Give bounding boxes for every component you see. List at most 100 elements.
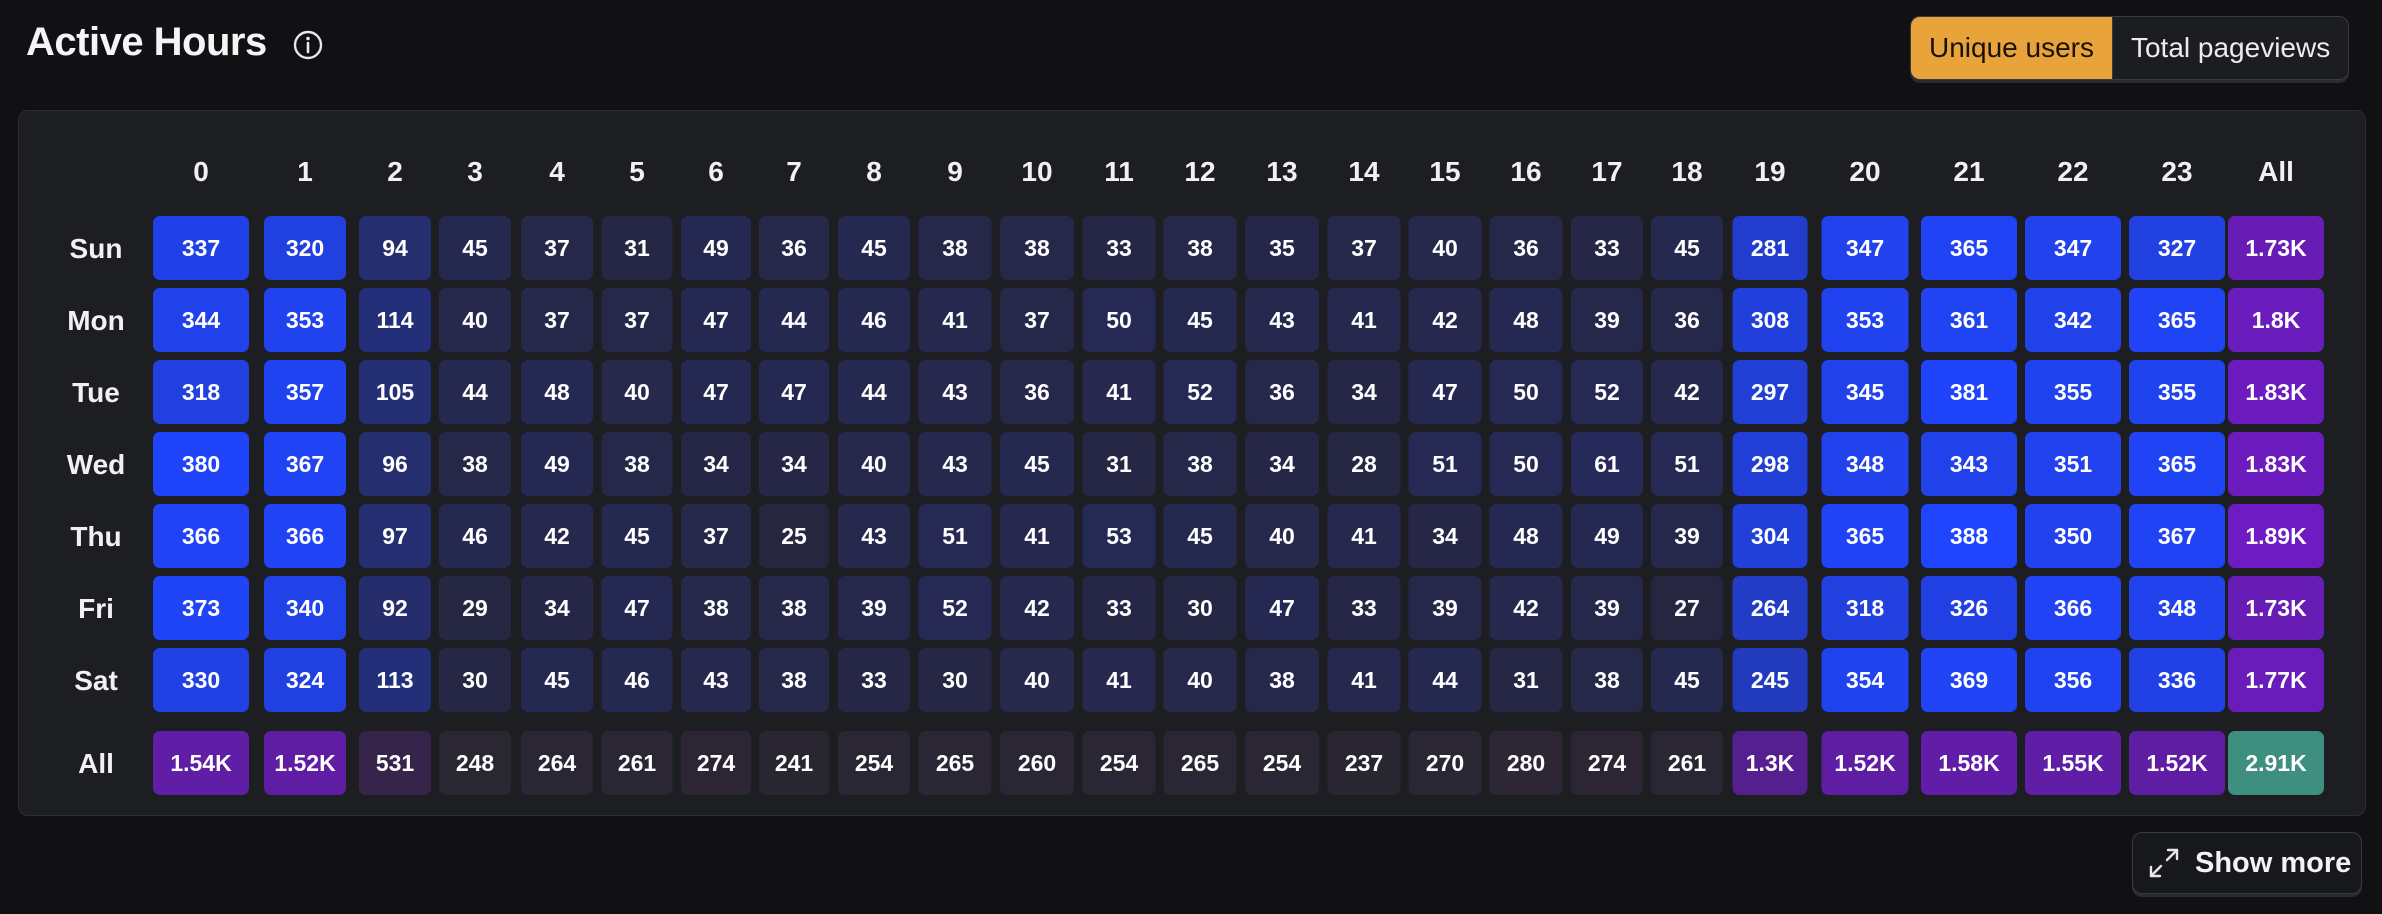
row-total-label: 1.73K [2245, 235, 2307, 261]
column-header-13: 13 [1266, 156, 1297, 187]
column-total-label: 280 [1507, 750, 1545, 776]
heatmap-cell-label: 41 [1106, 667, 1132, 693]
heatmap-cell-label: 47 [624, 595, 650, 621]
row-label-wed: Wed [67, 449, 126, 480]
heatmap-cell-label: 37 [703, 523, 729, 549]
heatmap-cell-label: 51 [1674, 451, 1700, 477]
heatmap-cell-label: 298 [1751, 451, 1790, 477]
heatmap-cell-label: 39 [1594, 595, 1620, 621]
column-total-label: 254 [1263, 750, 1302, 776]
heatmap-cell-label: 38 [1187, 235, 1213, 261]
heatmap-cell-label: 28 [1351, 451, 1377, 477]
column-header-15: 15 [1429, 156, 1460, 187]
heatmap-cell-label: 347 [2054, 235, 2092, 261]
heatmap-cell-label: 45 [1187, 523, 1213, 549]
heatmap-cell-label: 52 [1594, 379, 1620, 405]
heatmap-cell-label: 34 [703, 451, 729, 477]
heatmap-cell-label: 342 [2054, 307, 2092, 333]
heatmap-cell-label: 45 [1674, 235, 1700, 261]
toggle-total-pageviews[interactable]: Total pageviews [2111, 17, 2349, 79]
column-header-20: 20 [1849, 156, 1880, 187]
heatmap-cell-label: 41 [1351, 523, 1377, 549]
column-total-label: 261 [1668, 750, 1707, 776]
heatmap-cell-label: 46 [624, 667, 650, 693]
heatmap-cell-label: 326 [1950, 595, 1988, 621]
column-header-0: 0 [193, 156, 209, 187]
heatmap-cell-label: 36 [1513, 235, 1539, 261]
heatmap-cell-label: 304 [1751, 523, 1790, 549]
heatmap-cell-label: 369 [1950, 667, 1988, 693]
heatmap-cell-label: 40 [1432, 235, 1458, 261]
heatmap-cell-label: 45 [624, 523, 650, 549]
heatmap-cell-label: 27 [1674, 595, 1700, 621]
heatmap-cell-label: 37 [624, 307, 650, 333]
heatmap-cell-label: 38 [942, 235, 968, 261]
heatmap-cell-label: 31 [624, 235, 650, 261]
heatmap-cell-label: 51 [942, 523, 968, 549]
heatmap-cell-label: 320 [286, 235, 324, 261]
column-total-label: 248 [456, 750, 495, 776]
column-header-19: 19 [1754, 156, 1785, 187]
heatmap-cell-label: 47 [1432, 379, 1458, 405]
column-total-label: 274 [697, 750, 736, 776]
row-label-sat: Sat [74, 665, 118, 696]
heatmap-cell-label: 49 [1594, 523, 1620, 549]
heatmap-cell-label: 43 [703, 667, 729, 693]
heatmap-cell-label: 33 [1106, 235, 1132, 261]
heatmap-cell-label: 34 [1351, 379, 1377, 405]
column-header-5: 5 [629, 156, 645, 187]
heatmap-cell-label: 44 [781, 307, 807, 333]
heatmap-cell-label: 45 [544, 667, 570, 693]
heatmap-cell-label: 92 [382, 595, 408, 621]
heatmap-cell-label: 34 [544, 595, 570, 621]
heatmap-cell-label: 48 [544, 379, 570, 405]
heatmap-cell-label: 38 [1594, 667, 1620, 693]
heatmap-cell-label: 353 [286, 307, 324, 333]
heatmap-cell-label: 365 [2158, 451, 2197, 477]
heatmap-cell-label: 381 [1950, 379, 1989, 405]
row-total-label: 1.73K [2245, 595, 2307, 621]
column-header-3: 3 [467, 156, 483, 187]
heatmap-cell-label: 29 [462, 595, 488, 621]
heatmap-cell-label: 50 [1106, 307, 1132, 333]
column-total-label: 1.52K [1834, 750, 1896, 776]
heatmap-cell-label: 42 [1674, 379, 1700, 405]
row-label-fri: Fri [78, 593, 114, 624]
heatmap-cell-label: 44 [462, 379, 488, 405]
heatmap-cell-label: 366 [286, 523, 324, 549]
heatmap-cell-label: 33 [1106, 595, 1132, 621]
column-total-label: 264 [538, 750, 577, 776]
heatmap-cell-label: 35 [1269, 235, 1295, 261]
column-header-23: 23 [2161, 156, 2192, 187]
toggle-unique-users[interactable]: Unique users [1911, 17, 2112, 79]
info-circle-icon[interactable] [292, 29, 324, 61]
column-header-9: 9 [947, 156, 963, 187]
heatmap-cell-label: 41 [942, 307, 968, 333]
heatmap-cell-label: 38 [781, 667, 807, 693]
heatmap-cell-label: 25 [781, 523, 807, 549]
column-header-21: 21 [1953, 156, 1984, 187]
heatmap-cell-label: 45 [1187, 307, 1213, 333]
row-label-sun: Sun [70, 233, 123, 264]
column-total-label: 265 [936, 750, 975, 776]
heatmap-cell-label: 365 [1846, 523, 1885, 549]
heatmap-cell-label: 33 [1594, 235, 1620, 261]
heatmap-cell-label: 366 [2054, 595, 2092, 621]
heatmap-cell-label: 45 [462, 235, 488, 261]
heatmap-cell-label: 44 [861, 379, 887, 405]
heatmap-cell-label: 40 [462, 307, 488, 333]
heatmap-cell-label: 36 [1024, 379, 1050, 405]
grand-total-label: 2.91K [2245, 750, 2307, 776]
active-hours-heatmap: 0 1 2 3 4 5 6 7 8 9 10 11 12 13 14 15 16 17 18 19 20 21 22 23 Al… [67, 156, 2324, 795]
show-more-button[interactable]: Show more [2132, 832, 2362, 894]
heatmap-cell-label: 337 [182, 235, 220, 261]
row-label-mon: Mon [67, 305, 125, 336]
row-total-label: 1.83K [2245, 379, 2307, 405]
column-header-2: 2 [387, 156, 403, 187]
heatmap-cell-label: 96 [382, 451, 408, 477]
heatmap-cell-label: 30 [1187, 595, 1213, 621]
heatmap-cell-label: 348 [1846, 451, 1885, 477]
heatmap-cell-label: 366 [182, 523, 220, 549]
heatmap-cell-label: 39 [1674, 523, 1700, 549]
heatmap-cell-label: 336 [2158, 667, 2196, 693]
